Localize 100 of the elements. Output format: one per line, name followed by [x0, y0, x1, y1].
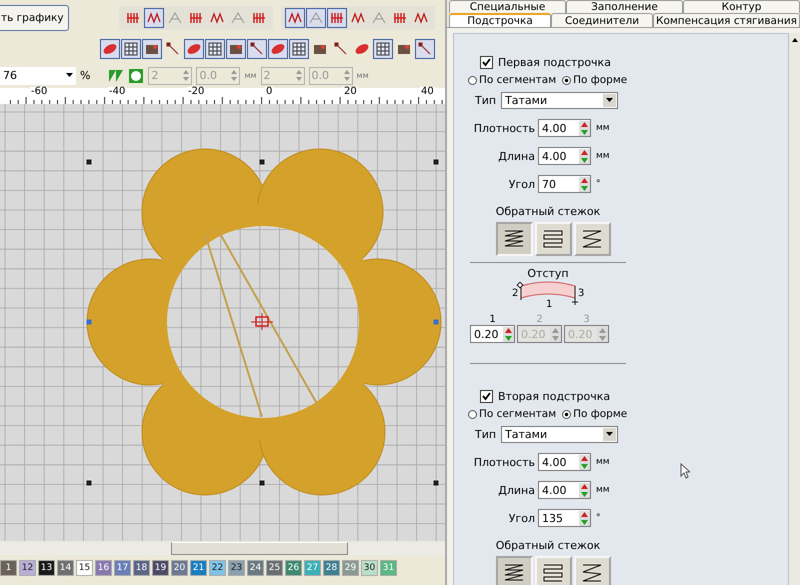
spinner-arrows-icon — [183, 70, 190, 81]
tab[interactable]: Компенсация стягивания — [653, 13, 800, 27]
color-swatch[interactable]: 20 — [171, 560, 188, 576]
color-swatch[interactable]: 28 — [323, 560, 340, 576]
field-label: Длина — [497, 150, 535, 162]
stitch-tool-button[interactable] — [144, 8, 164, 28]
stitch-tool-button[interactable] — [284, 8, 305, 28]
tool-icon — [165, 41, 181, 57]
number-field[interactable]: 4.00 — [538, 481, 591, 499]
stitch-icon — [166, 10, 183, 26]
number-field[interactable]: 135 — [538, 509, 591, 527]
tab[interactable]: Соединители — [551, 13, 653, 27]
stitch-pattern-button[interactable] — [574, 556, 610, 585]
type-dropdown[interactable]: Татами — [501, 92, 618, 109]
number-field[interactable]: 0.20 — [470, 325, 515, 343]
vertical-scrollbar[interactable] — [789, 33, 800, 585]
tool-button[interactable] — [415, 39, 435, 59]
tab[interactable]: Подстрочка — [449, 13, 551, 27]
ruler-label: -40 — [108, 87, 126, 97]
stitch-pattern-button[interactable] — [496, 222, 532, 256]
color-swatch[interactable]: 15 — [76, 560, 93, 576]
horizontal-scrollbar[interactable] — [0, 542, 445, 555]
color-swatch[interactable]: 17 — [114, 560, 131, 576]
radio-option[interactable]: По форме — [562, 74, 628, 86]
selection-handle[interactable] — [260, 480, 264, 486]
color-swatch[interactable]: 14 — [57, 560, 74, 576]
tool-button[interactable] — [100, 39, 120, 59]
selection-handle[interactable] — [434, 160, 438, 164]
color-swatch[interactable]: 1 — [0, 560, 17, 576]
field-label: 2 — [536, 314, 543, 325]
stitch-pattern-button[interactable] — [496, 556, 532, 585]
zoom-combo[interactable]: 76 — [0, 66, 76, 84]
tool-button[interactable] — [205, 39, 225, 59]
color-swatch[interactable]: 23 — [228, 560, 245, 576]
selection-handle[interactable] — [86, 480, 92, 486]
unit-label: ° — [596, 179, 600, 189]
tool-icon — [333, 41, 349, 57]
spinner-arrows-icon — [503, 326, 514, 342]
color-swatch[interactable]: 19 — [152, 560, 169, 576]
diagram-label: 1 — [546, 300, 552, 310]
field-label: Угол — [508, 178, 535, 190]
selection-handle[interactable] — [86, 320, 92, 324]
number-field[interactable]: 70 — [538, 175, 591, 193]
field-label: Тип — [475, 428, 496, 441]
stitch-tool-button[interactable] — [306, 8, 326, 28]
tool-button[interactable] — [373, 39, 393, 59]
color-swatch[interactable]: 18 — [133, 560, 150, 576]
triangles-icon[interactable] — [108, 68, 124, 84]
color-swatch[interactable]: 16 — [95, 560, 112, 576]
tab[interactable]: Контур — [683, 0, 800, 13]
tool-button[interactable] — [226, 39, 246, 59]
stitch-tool-button[interactable] — [326, 8, 347, 28]
color-swatch[interactable]: 22 — [209, 560, 226, 576]
stitch-pattern-button[interactable] — [534, 556, 572, 585]
tool-icon — [354, 41, 370, 57]
dropdown-caret-icon — [606, 98, 614, 103]
field-label: Длина — [497, 484, 535, 496]
number-field[interactable]: 4.00 — [538, 453, 591, 471]
toolbar-button[interactable]: ть графику — [0, 4, 69, 30]
unit-label: мм — [596, 457, 610, 467]
square-icon[interactable] — [128, 68, 144, 84]
section-label: Обратный стежок — [494, 539, 602, 552]
selection-handle[interactable] — [86, 160, 92, 164]
stitch-icon — [230, 10, 246, 26]
checkbox[interactable] — [480, 56, 493, 69]
zigzag-icon — [541, 228, 565, 250]
color-swatch[interactable]: 30 — [361, 560, 378, 576]
radio-option[interactable]: По форме — [562, 408, 628, 420]
tool-icon — [249, 41, 265, 57]
spinner-arrows-icon — [579, 148, 590, 164]
tab[interactable]: Заполнение — [566, 0, 683, 13]
selection-handle[interactable] — [260, 160, 264, 164]
spinner-arrows-icon — [579, 454, 590, 470]
selection-handle[interactable] — [434, 480, 438, 486]
selection-handle[interactable] — [434, 320, 438, 324]
stitch-pattern-button[interactable] — [574, 222, 610, 256]
color-swatch[interactable]: 25 — [266, 560, 283, 576]
tab[interactable]: Специальные — [449, 0, 566, 13]
tool-button[interactable] — [247, 39, 267, 59]
radio-option[interactable]: По сегментам — [468, 408, 556, 420]
number-field[interactable]: 4.00 — [538, 119, 591, 137]
color-swatch[interactable]: 26 — [285, 560, 302, 576]
scroll-up-icon[interactable] — [790, 36, 800, 44]
tool-button[interactable] — [184, 39, 204, 59]
stitch-pattern-button[interactable] — [534, 222, 572, 256]
number-field[interactable]: 4.00 — [538, 147, 591, 165]
tool-button[interactable] — [289, 39, 309, 59]
color-swatch[interactable]: 13 — [38, 560, 55, 576]
spinner-arrows-icon — [296, 70, 302, 81]
checkbox[interactable] — [480, 390, 493, 403]
tool-button[interactable] — [121, 39, 141, 59]
radio-option[interactable]: По сегментам — [468, 74, 556, 86]
center-marker-icon[interactable] — [250, 312, 274, 330]
color-swatch[interactable]: 21 — [190, 560, 207, 576]
color-swatch[interactable]: 24 — [247, 560, 264, 576]
type-dropdown[interactable]: Татами — [501, 426, 618, 443]
color-swatch[interactable]: 12 — [19, 560, 36, 576]
tool-button[interactable] — [142, 39, 162, 59]
tool-button[interactable] — [268, 39, 288, 59]
scrollbar-thumb[interactable] — [171, 542, 348, 555]
